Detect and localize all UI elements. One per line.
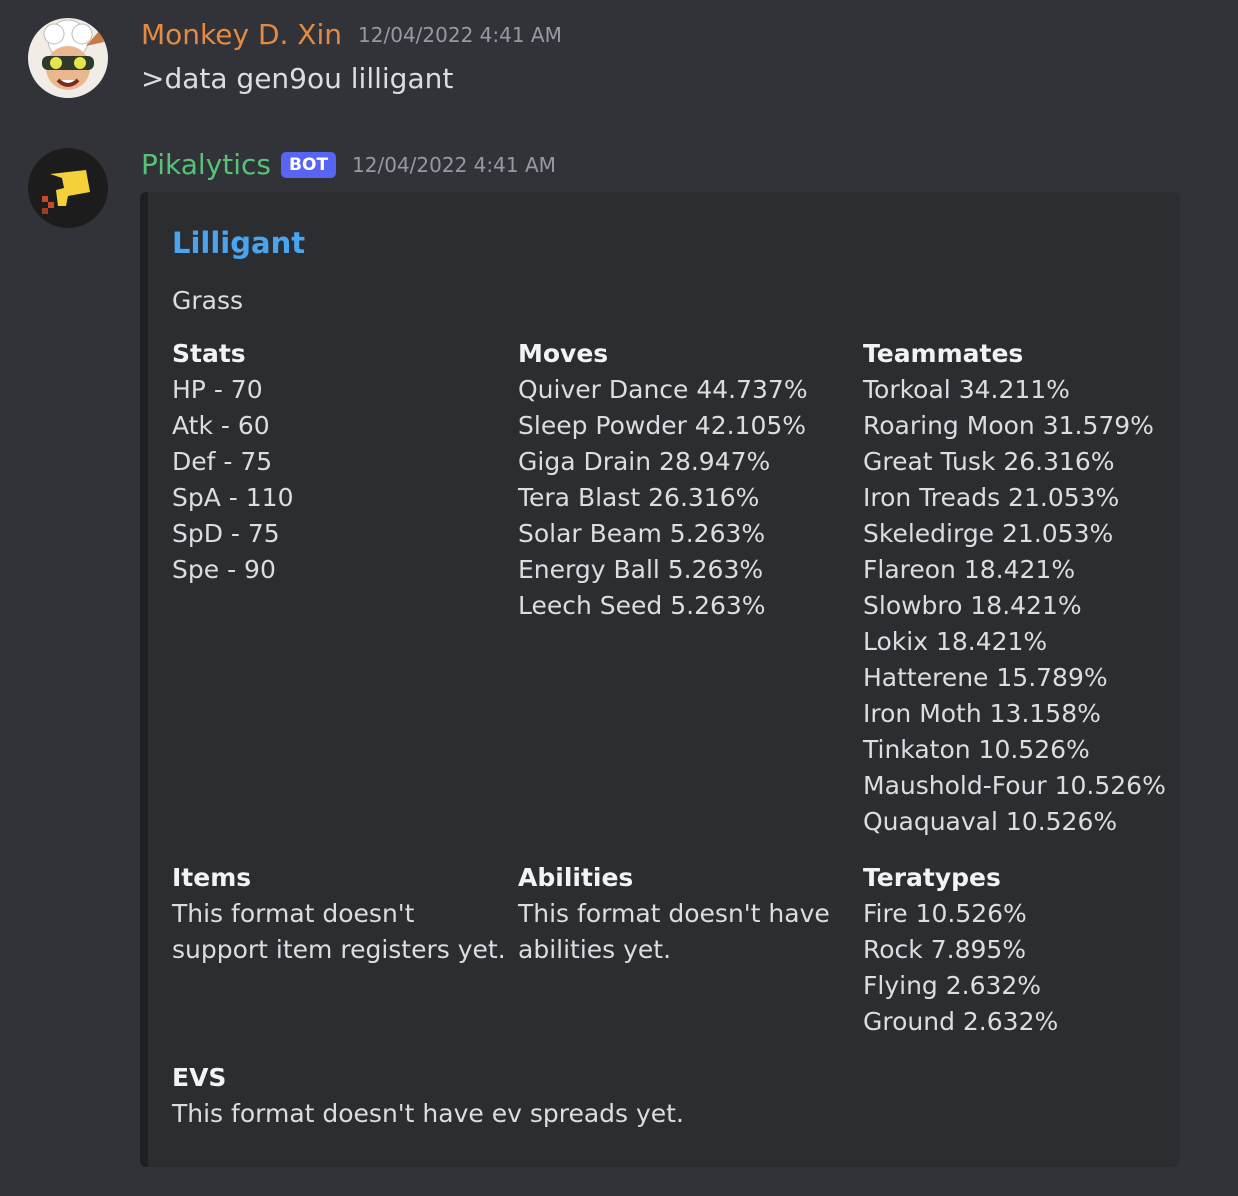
field-stats: Stats HP - 70 Atk - 60 Def - 75 SpA - 110 Sp…	[172, 336, 293, 588]
field-name: Abilities	[518, 863, 634, 892]
field-items: Items This format doesn't support item re…	[172, 860, 506, 968]
field-line: Tera Blast 26.316%	[518, 483, 760, 512]
pikalytics-logo-icon	[28, 148, 108, 228]
field-name: Teratypes	[863, 863, 1001, 892]
field-name: Stats	[172, 339, 246, 368]
field-line: Sleep Powder 42.105%	[518, 411, 807, 440]
field-moves: Moves Quiver Dance 44.737% Sleep Powder 4…	[518, 336, 808, 624]
field-line: abilities yet.	[518, 935, 672, 964]
user-avatar[interactable]	[28, 18, 108, 98]
field-line: SpD - 75	[172, 519, 280, 548]
field-evs: EVS This format doesn't have ev spreads …	[172, 1060, 684, 1132]
field-line: Ground 2.632%	[863, 1007, 1059, 1036]
field-teammates: Teammates Torkoal 34.211% Roaring Moon 31…	[863, 336, 1166, 840]
field-line: Quaquaval 10.526%	[863, 807, 1118, 836]
field-line: Energy Ball 5.263%	[518, 555, 764, 584]
field-line: Lokix 18.421%	[863, 627, 1048, 656]
field-line: Hatterene 15.789%	[863, 663, 1108, 692]
field-line: Tinkaton 10.526%	[863, 735, 1090, 764]
field-line: This format doesn't	[172, 899, 415, 928]
bot-tag: BOT	[281, 151, 337, 178]
field-teratypes: Teratypes Fire 10.526% Rock 7.895% Flying …	[863, 860, 1058, 1040]
field-line: Giga Drain 28.947%	[518, 447, 771, 476]
field-line: Atk - 60	[172, 411, 270, 440]
bot-avatar[interactable]	[28, 148, 108, 228]
embed: Lilligant Grass Stats HP - 70 Atk - 60 Def…	[140, 192, 1180, 1167]
field-line: SpA - 110	[172, 483, 294, 512]
field-line: Quiver Dance 44.737%	[518, 375, 808, 404]
field-line: Flareon 18.421%	[863, 555, 1076, 584]
field-line: Leech Seed 5.263%	[518, 591, 766, 620]
embed-title[interactable]: Lilligant	[172, 226, 305, 260]
username[interactable]: Monkey D. Xin	[141, 18, 342, 51]
embed-description: Grass	[172, 286, 244, 315]
avatar-image-icon	[28, 18, 108, 98]
field-line: Great Tusk 26.316%	[863, 447, 1115, 476]
field-line: Def - 75	[172, 447, 273, 476]
field-value: This format doesn't have abilities yet.	[518, 896, 830, 968]
field-name: Items	[172, 863, 252, 892]
field-line: Rock 7.895%	[863, 935, 1027, 964]
field-line: Solar Beam 5.263%	[518, 519, 766, 548]
field-value: This format doesn't have ev spreads yet.	[172, 1096, 684, 1132]
timestamp: 12/04/2022 4:41 AM	[358, 22, 562, 47]
field-line: Roaring Moon 31.579%	[863, 411, 1154, 440]
field-line: Iron Treads 21.053%	[863, 483, 1120, 512]
field-line: Fire 10.526%	[863, 899, 1027, 928]
field-line: HP - 70	[172, 375, 263, 404]
field-value: Quiver Dance 44.737% Sleep Powder 42.105%…	[518, 372, 808, 624]
field-line: Skeledirge 21.053%	[863, 519, 1114, 548]
field-value: HP - 70 Atk - 60 Def - 75 SpA - 110 SpD - 75…	[172, 372, 293, 588]
field-line: Slowbro 18.421%	[863, 591, 1082, 620]
field-line: support item registers yet.	[172, 935, 506, 964]
field-abilities: Abilities This format doesn't have abilit…	[518, 860, 830, 968]
timestamp: 12/04/2022 4:41 AM	[352, 152, 556, 177]
field-line: This format doesn't have	[518, 899, 830, 928]
username[interactable]: Pikalytics	[141, 148, 271, 181]
field-name: Moves	[518, 339, 609, 368]
field-line: This format doesn't have ev spreads yet.	[172, 1099, 684, 1128]
field-line: Maushold-Four 10.526%	[863, 771, 1166, 800]
field-value: Fire 10.526% Rock 7.895% Flying 2.632% Grou…	[863, 896, 1058, 1040]
field-name: Teammates	[863, 339, 1024, 368]
field-value: Torkoal 34.211% Roaring Moon 31.579% Great…	[863, 372, 1166, 840]
field-value: This format doesn't support item register…	[172, 896, 506, 968]
field-line: Torkoal 34.211%	[863, 375, 1070, 404]
field-line: Flying 2.632%	[863, 971, 1042, 1000]
field-line: Spe - 90	[172, 555, 276, 584]
field-line: Iron Moth 13.158%	[863, 699, 1101, 728]
message-content: >data gen9ou lilligant	[141, 62, 454, 95]
field-name: EVS	[172, 1063, 227, 1092]
